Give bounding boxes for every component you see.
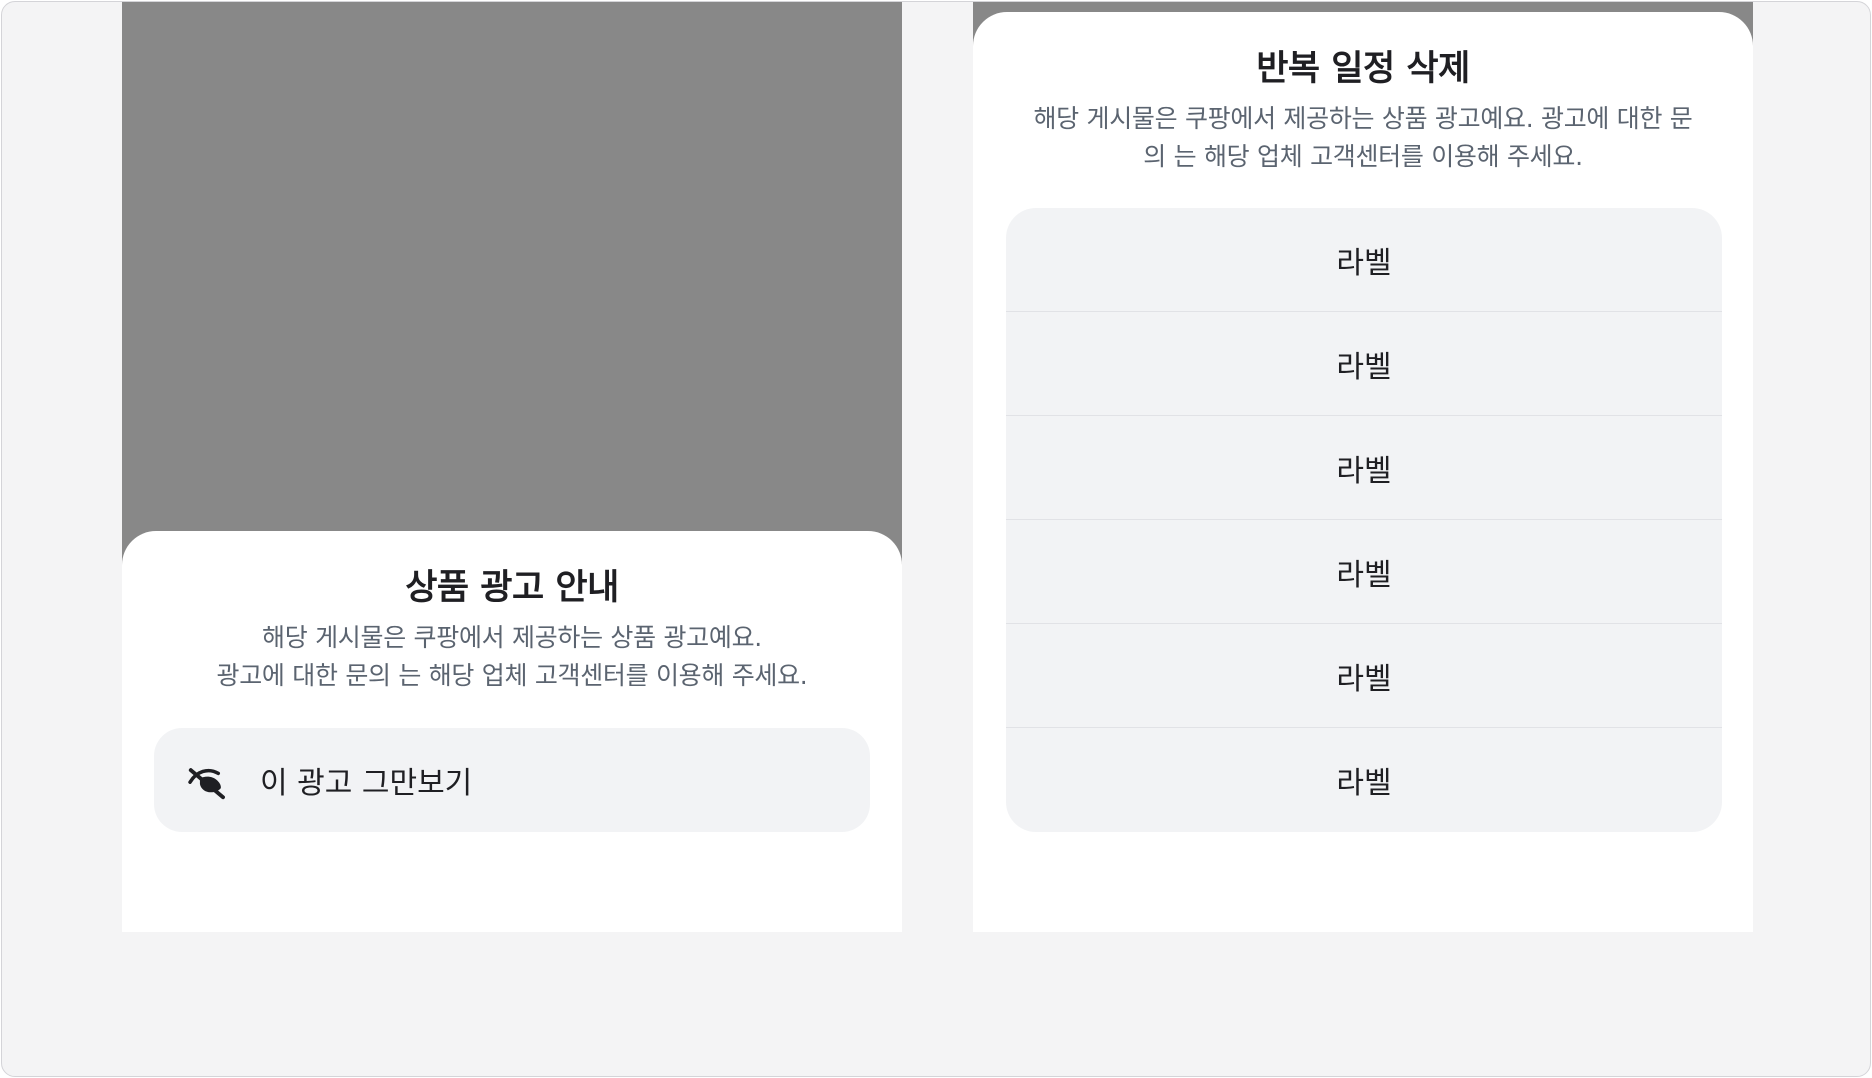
hide-ad-label: 이 광고 그만보기 bbox=[260, 766, 473, 801]
description-line: 광고에 대한 문의 는 해당 업체 고객센터를 이용해 주세요. bbox=[216, 661, 808, 690]
left-screen-dimmed-overlay[interactable]: 상품 광고 안내 해당 게시물은 쿠팡에서 제공하는 상품 광고예요. 광고에 … bbox=[122, 2, 902, 932]
option-item[interactable]: 라벨 bbox=[1006, 728, 1722, 832]
sheet-description: 해당 게시물은 쿠팡에서 제공하는 상품 광고예요. 광고에 대한 문 의 는 … bbox=[973, 100, 1753, 176]
option-item[interactable]: 라벨 bbox=[1006, 416, 1722, 520]
right-screen-dimmed-overlay[interactable]: 반복 일정 삭제 해당 게시물은 쿠팡에서 제공하는 상품 광고예요. 광고에 … bbox=[973, 2, 1753, 932]
option-item[interactable]: 라벨 bbox=[1006, 312, 1722, 416]
option-item[interactable]: 라벨 bbox=[1006, 520, 1722, 624]
hide-ad-button[interactable]: 이 광고 그만보기 bbox=[154, 728, 870, 832]
delete-recurring-bottom-sheet: 반복 일정 삭제 해당 게시물은 쿠팡에서 제공하는 상품 광고예요. 광고에 … bbox=[973, 12, 1753, 932]
canvas: 상품 광고 안내 해당 게시물은 쿠팡에서 제공하는 상품 광고예요. 광고에 … bbox=[1, 1, 1871, 1077]
option-item[interactable]: 라벨 bbox=[1006, 624, 1722, 728]
description-line: 해당 게시물은 쿠팡에서 제공하는 상품 광고예요. 광고에 대한 문 bbox=[1033, 104, 1693, 133]
ad-info-bottom-sheet: 상품 광고 안내 해당 게시물은 쿠팡에서 제공하는 상품 광고예요. 광고에 … bbox=[122, 531, 902, 932]
sheet-title: 상품 광고 안내 bbox=[405, 568, 619, 608]
sheet-title: 반복 일정 삭제 bbox=[1256, 49, 1470, 89]
description-line: 의 는 해당 업체 고객센터를 이용해 주세요. bbox=[1143, 142, 1583, 171]
description-line: 해당 게시물은 쿠팡에서 제공하는 상품 광고예요. bbox=[262, 623, 762, 652]
option-list: 라벨 라벨 라벨 라벨 라벨 라벨 bbox=[1006, 208, 1722, 832]
sheet-description: 해당 게시물은 쿠팡에서 제공하는 상품 광고예요. 광고에 대한 문의 는 해… bbox=[122, 619, 902, 695]
option-item[interactable]: 라벨 bbox=[1006, 208, 1722, 312]
eye-off-icon bbox=[186, 758, 230, 802]
